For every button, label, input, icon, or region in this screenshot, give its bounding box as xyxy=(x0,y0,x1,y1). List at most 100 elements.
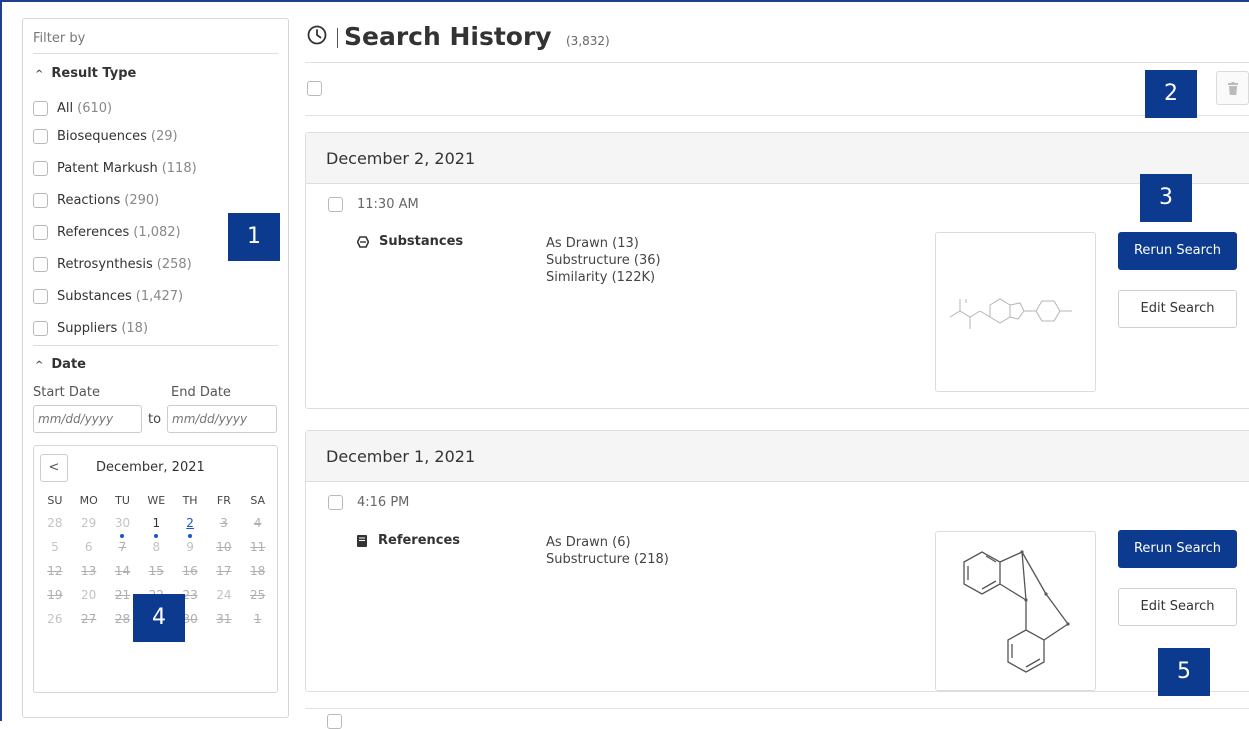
filter-option-reactions[interactable]: Reactions (290) xyxy=(33,190,159,210)
filter-option-label: Reactions xyxy=(57,192,121,208)
weekday-label: MO xyxy=(79,494,98,507)
checkbox[interactable] xyxy=(33,320,48,336)
weekday-label: FR xyxy=(216,494,231,507)
atom-dot xyxy=(1024,598,1028,602)
calendar-day-has-history[interactable]: 2 xyxy=(173,512,207,538)
select-all-checkbox[interactable] xyxy=(307,81,322,96)
checkbox[interactable] xyxy=(33,100,48,116)
structure-thumbnail[interactable] xyxy=(935,232,1096,392)
weekday-label: SU xyxy=(47,494,63,507)
filter-option-count: (29) xyxy=(150,128,178,144)
calendar-day: 5 xyxy=(51,540,59,554)
calendar-day-disabled: 12 xyxy=(47,564,63,578)
atom-dot xyxy=(1020,550,1024,554)
history-entry-checkbox[interactable] xyxy=(328,495,343,510)
filter-option-suppliers[interactable]: Suppliers (18) xyxy=(33,318,148,338)
checkbox[interactable] xyxy=(33,256,48,272)
calendar-weekday-row: SU MO TU WE TH FR SA xyxy=(38,490,275,512)
history-group-date: December 1, 2021 xyxy=(326,447,476,466)
history-entry-type: References xyxy=(357,533,460,548)
start-date-label: Start Date xyxy=(33,385,100,400)
weekday-label: WE xyxy=(147,494,166,507)
filter-option-count: (1,082) xyxy=(133,224,181,240)
callout-marker: 5 xyxy=(1158,648,1210,696)
history-group-header: December 2, 2021 xyxy=(306,133,1249,184)
history-entry-time: 11:30 AM xyxy=(357,197,419,212)
history-group: December 1, 2021 4:16 PM References As D… xyxy=(305,430,1249,692)
calendar-day-has-history[interactable]: 1 xyxy=(139,512,173,538)
checkbox[interactable] xyxy=(33,160,48,176)
search-detail-list: As Drawn (13) Substructure (36) Similari… xyxy=(546,235,661,286)
end-date-input[interactable] xyxy=(167,405,277,433)
history-entry-time: 4:16 PM xyxy=(357,495,410,510)
callout-marker: 1 xyxy=(228,213,280,261)
edit-search-button[interactable]: Edit Search xyxy=(1118,290,1237,328)
calendar-day-has-history[interactable]: 30 xyxy=(106,512,140,538)
calendar-day: 20 xyxy=(81,588,97,602)
filter-option-biosequences[interactable]: Biosequences (29) xyxy=(33,126,178,146)
calendar-day-disabled: 14 xyxy=(114,564,131,578)
filter-option-references[interactable]: References (1,082) xyxy=(33,222,181,242)
search-detail: As Drawn (13) xyxy=(546,236,639,251)
calendar-day-disabled: 18 xyxy=(250,564,266,578)
calendar-day-disabled: 17 xyxy=(216,564,232,578)
filter-option-label: Substances xyxy=(57,288,132,304)
chemical-structure-image xyxy=(949,298,1072,329)
filter-option-count: (610) xyxy=(77,100,113,116)
history-group-header: December 1, 2021 xyxy=(306,431,1249,482)
page-title: Search History xyxy=(344,22,552,51)
calendar-day-disabled: 10 xyxy=(216,540,232,554)
filter-option-label: Patent Markush xyxy=(57,160,158,176)
history-entry-checkbox[interactable] xyxy=(327,714,342,729)
calendar-day: 24 xyxy=(216,588,232,602)
trash-icon xyxy=(1228,82,1238,95)
filter-option-count: (18) xyxy=(121,320,149,336)
history-count: (3,832) xyxy=(566,34,610,48)
day-number: 1 xyxy=(152,516,161,530)
calendar-month-label: December, 2021 xyxy=(96,460,205,475)
checkbox[interactable] xyxy=(33,288,48,304)
filter-option-retrosynthesis[interactable]: Retrosynthesis (258) xyxy=(33,254,192,274)
calendar-week: 28 29 30 1 2 3 4 xyxy=(38,512,275,538)
chemical-structure-image xyxy=(963,550,1070,673)
history-entry-header: 11:30 AM xyxy=(328,197,419,212)
date-toggle[interactable]: ^ Date xyxy=(35,357,86,372)
filter-title: Filter by xyxy=(33,31,86,46)
filter-option-all[interactable]: All (610) xyxy=(33,98,112,118)
calendar-day-disabled: 1 xyxy=(253,612,262,626)
delete-button[interactable] xyxy=(1216,71,1249,105)
weekday-label: TH xyxy=(182,494,198,507)
chevron-left-icon[interactable]: < xyxy=(40,454,68,482)
checkbox[interactable] xyxy=(33,224,48,240)
reference-book-icon xyxy=(357,534,367,547)
date-heading: Date xyxy=(51,357,86,372)
calendar-week: 5 6 7 8 9 10 11 xyxy=(38,536,275,560)
filter-option-label: Biosequences xyxy=(57,128,147,144)
date-picker-calendar: < December, 2021 SU MO TU WE TH FR SA 28… xyxy=(33,445,278,693)
text-cursor xyxy=(337,28,338,48)
filter-option-label: All xyxy=(57,100,74,116)
divider xyxy=(33,53,278,54)
divider xyxy=(305,62,1249,63)
calendar-day-disabled: 3 xyxy=(220,516,228,530)
calendar-day-disabled: 25 xyxy=(250,588,266,602)
filter-option-count: (290) xyxy=(124,192,160,208)
result-type-toggle[interactable]: ^ Result Type xyxy=(35,66,136,81)
filter-option-label: Retrosynthesis xyxy=(57,256,153,272)
history-entry-header: 4:16 PM xyxy=(328,495,409,510)
history-entry-checkbox[interactable] xyxy=(328,197,343,212)
calendar-day: 6 xyxy=(84,540,93,554)
rerun-search-button[interactable]: Rerun Search xyxy=(1118,530,1237,568)
start-date-input[interactable] xyxy=(33,405,142,433)
filter-option-substances[interactable]: Substances (1,427) xyxy=(33,286,183,306)
rerun-search-button[interactable]: Rerun Search xyxy=(1118,232,1237,270)
search-detail: Similarity (122K) xyxy=(546,270,656,285)
edit-search-button[interactable]: Edit Search xyxy=(1118,588,1237,626)
filter-option-patent-markush[interactable]: Patent Markush (118) xyxy=(33,158,197,178)
checkbox[interactable] xyxy=(33,128,48,144)
chevron-up-icon: ^ xyxy=(35,360,44,371)
structure-thumbnail[interactable] xyxy=(935,531,1096,691)
checkbox[interactable] xyxy=(33,192,48,208)
substance-icon xyxy=(357,235,369,248)
history-group-date: December 2, 2021 xyxy=(326,149,476,168)
